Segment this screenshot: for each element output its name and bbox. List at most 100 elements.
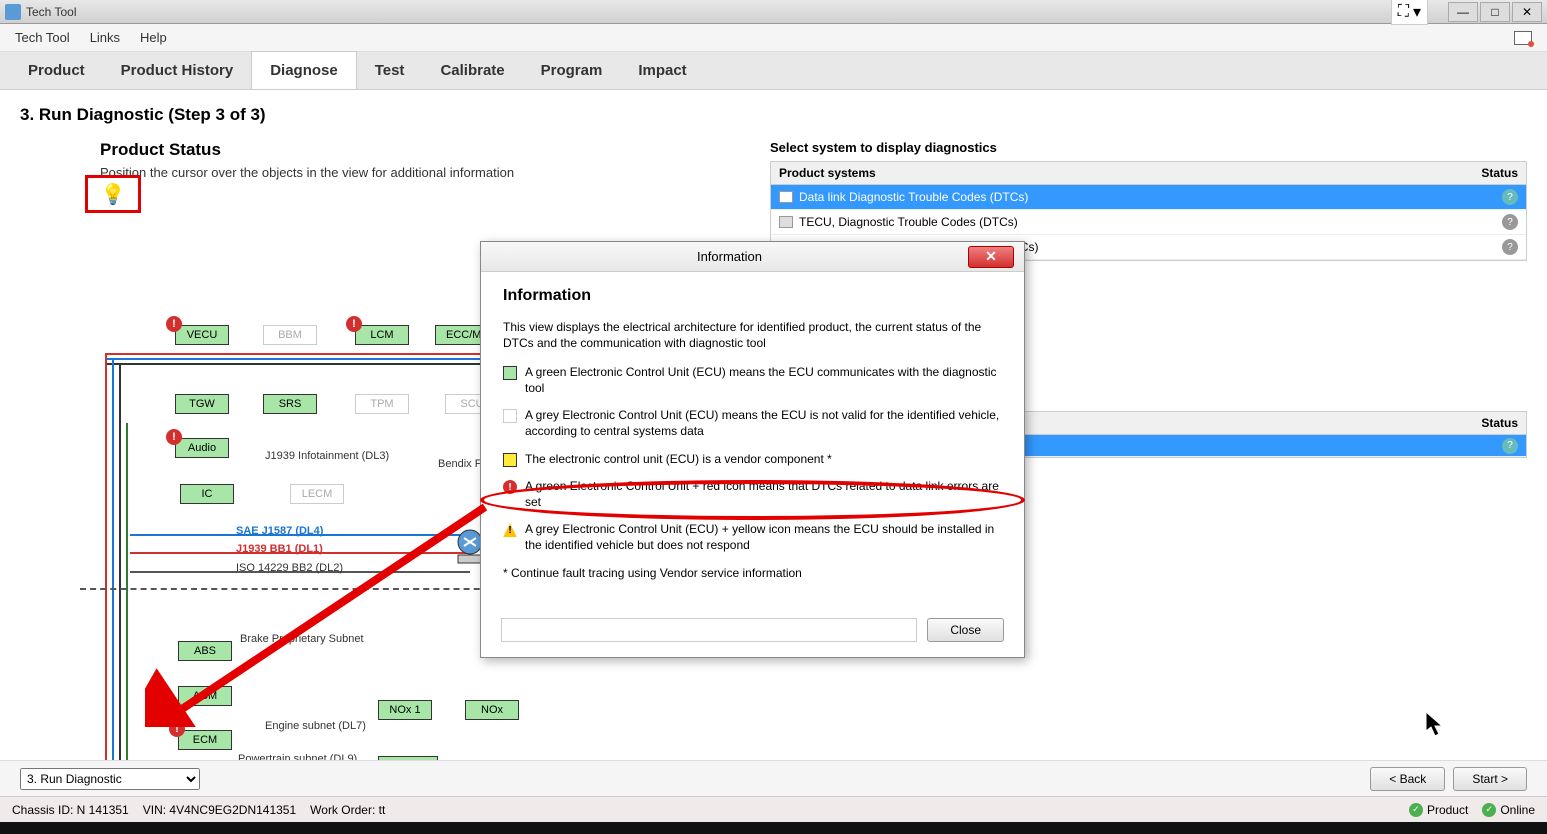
help-icon[interactable]: ? xyxy=(1502,214,1518,230)
col-status: Status xyxy=(1481,416,1518,430)
dialog-footer-input[interactable] xyxy=(501,618,917,642)
tab-diagnose[interactable]: Diagnose xyxy=(251,51,357,89)
page-heading: 3. Run Diagnostic (Step 3 of 3) xyxy=(20,105,1527,125)
legend-green: A green Electronic Control Unit (ECU) me… xyxy=(503,365,1002,396)
ecu-audio[interactable]: Audio! xyxy=(175,438,229,458)
system-row-datalink[interactable]: Data link Diagnostic Trouble Codes (DTCs… xyxy=(771,185,1526,210)
legend-text: A green Electronic Control Unit (ECU) me… xyxy=(525,365,1002,396)
systems-header: Product systems Status xyxy=(771,162,1526,185)
information-dialog: Information ✕ Information This view disp… xyxy=(480,241,1025,658)
hint-text: Position the cursor over the objects in … xyxy=(100,165,750,180)
minimize-button[interactable]: — xyxy=(1448,2,1478,22)
legend-yellow-icon: ! A grey Electronic Control Unit (ECU) +… xyxy=(503,522,1002,553)
legend-text: A green Electronic Control Unit + red ic… xyxy=(525,479,1002,510)
bus-line xyxy=(105,353,107,793)
tabbar: Product Product History Diagnose Test Ca… xyxy=(0,52,1547,90)
ecu-lecm[interactable]: LECM xyxy=(290,484,344,504)
bus-line xyxy=(119,363,121,773)
ecu-nox-1[interactable]: NOx 1 xyxy=(378,700,432,720)
diagram-label: Brake Proprietary Subnet xyxy=(240,633,364,645)
bus-line xyxy=(126,423,128,793)
app-icon xyxy=(5,4,21,20)
system-row-tecu[interactable]: TECU, Diagnostic Trouble Codes (DTCs) ? xyxy=(771,210,1526,235)
tab-test[interactable]: Test xyxy=(357,52,423,89)
dialog-footnote: * Continue fault tracing using Vendor se… xyxy=(503,566,1002,582)
dialog-titlebar[interactable]: Information ✕ xyxy=(481,242,1024,272)
status-online: ✓ Online xyxy=(1482,803,1535,817)
main-content: 3. Run Diagnostic (Step 3 of 3) Product … xyxy=(0,90,1547,770)
ecu-ic[interactable]: IC xyxy=(180,484,234,504)
tab-product-history[interactable]: Product History xyxy=(103,52,252,89)
status-vin: VIN: 4V4NC9EG2DN141351 xyxy=(143,803,296,817)
titlebar-toolbox[interactable]: ⛶ ▾ xyxy=(1391,0,1428,25)
legend-grey: A grey Electronic Control Unit (ECU) mea… xyxy=(503,408,1002,439)
error-badge-icon: ! xyxy=(166,429,182,445)
help-icon[interactable]: ? xyxy=(1502,189,1518,205)
diagram-label: SAE J1587 (DL4) xyxy=(236,525,323,537)
tab-calibrate[interactable]: Calibrate xyxy=(422,52,522,89)
dialog-close-button[interactable]: ✕ xyxy=(968,246,1014,268)
window-title: Tech Tool xyxy=(26,5,1391,19)
status-product: ✓ Product xyxy=(1409,803,1468,817)
status-chassis: Chassis ID: N 141351 xyxy=(12,803,129,817)
error-badge-icon: ! xyxy=(166,316,182,332)
col-status: Status xyxy=(1481,166,1518,180)
ecu-lcm[interactable]: LCM! xyxy=(355,325,409,345)
legend-text: A grey Electronic Control Unit (ECU) + y… xyxy=(525,522,1002,553)
ecu-acm[interactable]: ACM xyxy=(178,686,232,706)
menu-links[interactable]: Links xyxy=(90,30,120,45)
grey-swatch-icon xyxy=(503,409,517,423)
tab-program[interactable]: Program xyxy=(523,52,621,89)
close-button[interactable]: ✕ xyxy=(1512,2,1542,22)
check-icon: ✓ xyxy=(1409,803,1423,817)
legend-text: A grey Electronic Control Unit (ECU) mea… xyxy=(525,408,1002,439)
ecu-ecm[interactable]: ECM! xyxy=(178,730,232,750)
folder-icon xyxy=(779,191,793,203)
notification-icon[interactable] xyxy=(1514,31,1532,45)
help-icon[interactable]: ? xyxy=(1502,239,1518,255)
window-titlebar: Tech Tool ⛶ ▾ — □ ✕ xyxy=(0,0,1547,24)
menubar: Tech Tool Links Help xyxy=(0,24,1547,52)
ecu-nox[interactable]: NOx xyxy=(465,700,519,720)
ecu-tgw[interactable]: TGW xyxy=(175,394,229,414)
statusbar: Chassis ID: N 141351 VIN: 4V4NC9EG2DN141… xyxy=(0,796,1547,822)
ecu-srs[interactable]: SRS xyxy=(263,394,317,414)
legend-red-icon: ! A green Electronic Control Unit + red … xyxy=(503,479,1002,510)
start-button[interactable]: Start > xyxy=(1453,767,1527,791)
diagram-label: J1939 Infotainment (DL3) xyxy=(265,450,389,462)
tab-impact[interactable]: Impact xyxy=(620,52,704,89)
dialog-title: Information xyxy=(491,249,968,264)
taskbar-strip xyxy=(0,822,1547,834)
ecu-bbm[interactable]: BBM xyxy=(263,325,317,345)
bus-line xyxy=(112,358,114,793)
diagram-label: ISO 14229 BB2 (DL2) xyxy=(236,562,343,574)
legend-yellow: The electronic control unit (ECU) is a v… xyxy=(503,452,1002,468)
ecu-vecu[interactable]: VECU! xyxy=(175,325,229,345)
back-button[interactable]: < Back xyxy=(1370,767,1445,791)
ecu-tpm[interactable]: TPM xyxy=(355,394,409,414)
error-badge-icon: ! xyxy=(169,721,185,737)
diagram-label: Engine subnet (DL7) xyxy=(265,720,366,732)
help-icon[interactable]: ? xyxy=(1502,438,1518,454)
diagram-label: J1939 BB1 (DL1) xyxy=(236,543,323,555)
check-icon: ✓ xyxy=(1482,803,1496,817)
legend-text: The electronic control unit (ECU) is a v… xyxy=(525,452,832,468)
status-workorder: Work Order: tt xyxy=(310,803,385,817)
chevron-down-icon: ▾ xyxy=(1413,2,1421,22)
folder-icon xyxy=(779,216,793,228)
step-dropdown[interactable]: 3. Run Diagnostic xyxy=(20,768,200,790)
systems-heading: Select system to display diagnostics xyxy=(770,140,1527,155)
maximize-button[interactable]: □ xyxy=(1480,2,1510,22)
system-label: TECU, Diagnostic Trouble Codes (DTCs) xyxy=(799,215,1496,229)
dialog-close-btn[interactable]: Close xyxy=(927,618,1004,642)
menu-help[interactable]: Help xyxy=(140,30,167,45)
green-swatch-icon xyxy=(503,366,517,380)
yellow-warning-icon: ! xyxy=(503,523,517,537)
red-error-icon: ! xyxy=(503,480,517,494)
ecu-abs[interactable]: ABS xyxy=(178,641,232,661)
error-badge-icon: ! xyxy=(346,316,362,332)
tab-product[interactable]: Product xyxy=(10,52,103,89)
menu-techtool[interactable]: Tech Tool xyxy=(15,30,70,45)
bottom-toolbar: 3. Run Diagnostic < Back Start > xyxy=(0,760,1547,796)
system-label: Data link Diagnostic Trouble Codes (DTCs… xyxy=(799,190,1496,204)
